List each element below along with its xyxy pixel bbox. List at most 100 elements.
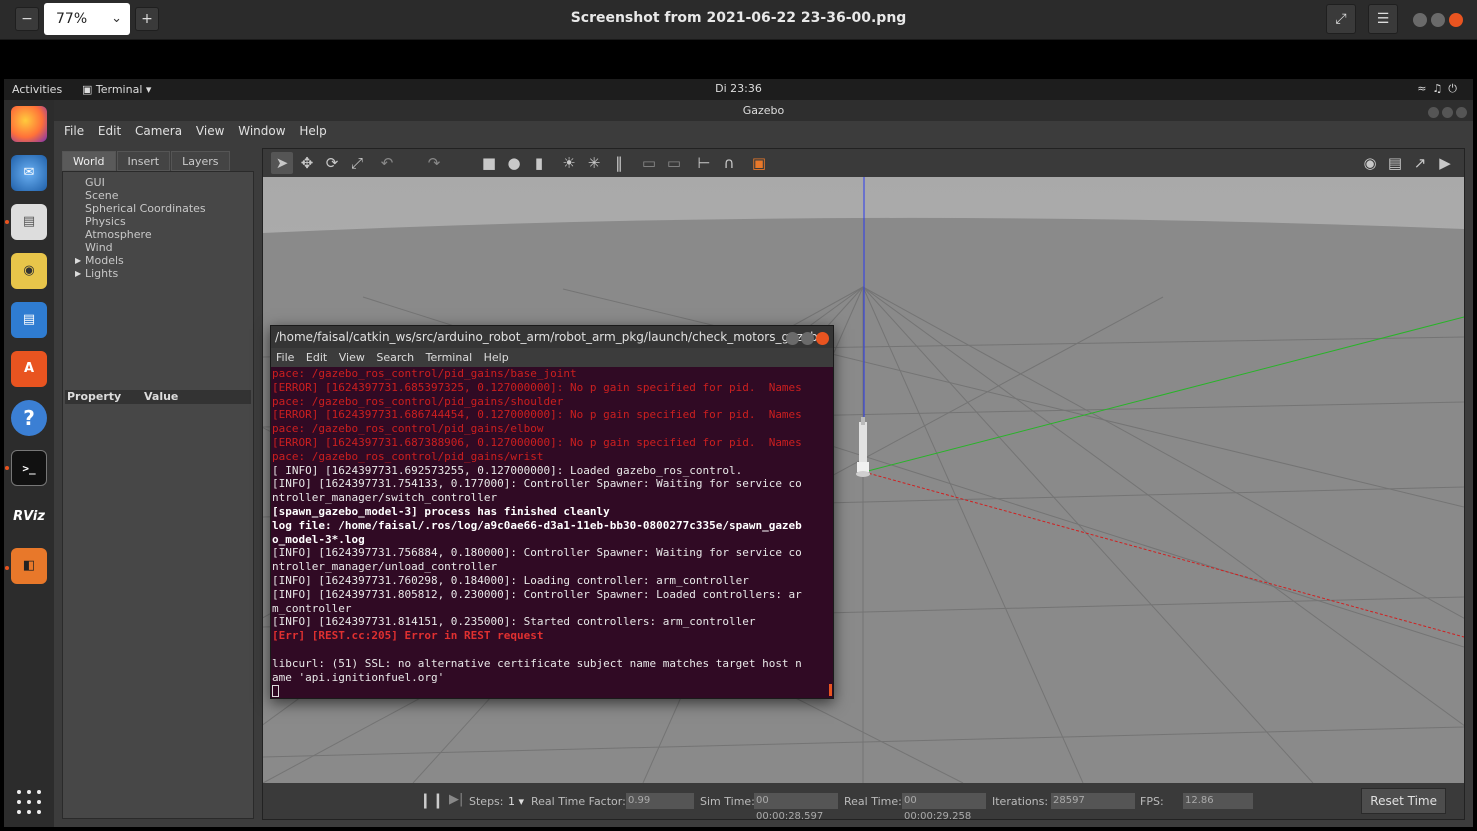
menu-edit[interactable]: Edit bbox=[98, 124, 121, 138]
minimize-icon[interactable] bbox=[1428, 107, 1439, 118]
sim-time-label: Sim Time: bbox=[700, 795, 755, 808]
minimize-icon[interactable] bbox=[1413, 13, 1427, 27]
help-icon[interactable]: ? bbox=[11, 400, 47, 436]
tree-item-lights[interactable]: ▶ Lights bbox=[67, 267, 206, 280]
terminal-title-bar[interactable]: /home/faisal/catkin_ws/src/arduino_robot… bbox=[271, 326, 833, 348]
simulation-status-bar: ❙❙ ▶| Steps: 1 ▾ Real Time Factor: 0.99 … bbox=[263, 783, 1464, 822]
minimize-icon[interactable] bbox=[786, 332, 799, 345]
reset-time-button[interactable]: Reset Time bbox=[1361, 788, 1446, 814]
clock[interactable]: Di 23:36 bbox=[4, 82, 1473, 95]
rotate-tool-icon[interactable]: ⟳ bbox=[321, 152, 343, 174]
terminal-title: /home/faisal/catkin_ws/src/arduino_robot… bbox=[275, 330, 830, 344]
left-tabs: World Insert Layers bbox=[62, 150, 231, 171]
tree-item-spherical-coordinates[interactable]: Spherical Coordinates bbox=[67, 202, 206, 215]
scale-tool-icon[interactable]: ⤢ bbox=[346, 152, 368, 174]
terminal-line: [ERROR] [1624397731.686744454, 0.1270000… bbox=[272, 408, 802, 422]
writer-icon[interactable]: ▤ bbox=[11, 302, 47, 338]
tree-item-wind[interactable]: Wind bbox=[67, 241, 206, 254]
sphere-shape-icon[interactable]: ● bbox=[503, 152, 525, 174]
maximize-icon[interactable] bbox=[1442, 107, 1453, 118]
terminal-line: log file: /home/faisal/.ros/log/a9c0ae66… bbox=[272, 518, 802, 532]
terminal-menu-view[interactable]: View bbox=[339, 351, 365, 364]
copy-icon[interactable]: ▭ bbox=[638, 152, 660, 174]
close-icon[interactable] bbox=[1449, 13, 1463, 27]
tab-layers[interactable]: Layers bbox=[171, 151, 230, 171]
menu-file[interactable]: File bbox=[64, 124, 84, 138]
gazebo-icon[interactable]: ◧ bbox=[11, 548, 47, 584]
point-light-icon[interactable]: ☀ bbox=[558, 152, 580, 174]
expand-arrow-icon[interactable]: ▶ bbox=[75, 267, 81, 280]
change-view-icon[interactable]: ▣ bbox=[748, 152, 770, 174]
terminal-line: [INFO] [1624397731.814151, 0.235000]: St… bbox=[272, 615, 756, 629]
gazebo-menu-bar: File Edit Camera View Window Help bbox=[54, 121, 1473, 143]
steps-value[interactable]: 1 ▾ bbox=[508, 795, 524, 808]
rhythmbox-icon[interactable]: ◉ bbox=[11, 253, 47, 289]
files-icon[interactable]: ▤ bbox=[11, 204, 47, 240]
property-table-header: Property Value bbox=[65, 390, 251, 404]
menu-view[interactable]: View bbox=[196, 124, 224, 138]
redo-icon[interactable]: ↷ bbox=[423, 152, 445, 174]
show-applications-icon[interactable] bbox=[17, 790, 43, 816]
video-record-icon[interactable]: ▶ bbox=[1434, 152, 1456, 174]
scene-toolbar: ➤ ✥ ⟳ ⤢ ↶ ↷ ■ ● ▮ ☀ ✳ ‖ ▭ ▭ ⊢ ∩ ▣ ◉ ▤ ↗ bbox=[263, 149, 1464, 177]
terminal-icon[interactable]: >_ bbox=[11, 450, 47, 486]
log-icon[interactable]: ▤ bbox=[1384, 152, 1406, 174]
window-controls bbox=[1409, 12, 1463, 31]
firefox-icon[interactable] bbox=[11, 106, 47, 142]
tree-item-gui[interactable]: GUI bbox=[67, 176, 206, 189]
cylinder-shape-icon[interactable]: ▮ bbox=[528, 152, 550, 174]
step-icon[interactable]: ▶| bbox=[449, 792, 463, 807]
world-panel: GUI Scene Spherical Coordinates Physics … bbox=[62, 171, 254, 819]
system-tray[interactable]: ≈♫⏻ bbox=[1417, 82, 1463, 96]
running-indicator bbox=[5, 220, 9, 224]
terminal-menu-terminal[interactable]: Terminal bbox=[426, 351, 473, 364]
running-indicator bbox=[5, 466, 9, 470]
thunderbird-icon[interactable]: ✉ bbox=[11, 155, 47, 191]
spot-light-icon[interactable]: ✳ bbox=[583, 152, 605, 174]
menu-window[interactable]: Window bbox=[238, 124, 285, 138]
expand-arrow-icon[interactable]: ▶ bbox=[75, 254, 81, 267]
tab-world[interactable]: World bbox=[62, 151, 116, 171]
terminal-window[interactable]: /home/faisal/catkin_ws/src/arduino_robot… bbox=[270, 325, 834, 699]
undo-icon[interactable]: ↶ bbox=[376, 152, 398, 174]
paste-icon[interactable]: ▭ bbox=[663, 152, 685, 174]
tree-item-atmosphere[interactable]: Atmosphere bbox=[67, 228, 206, 241]
menu-camera[interactable]: Camera bbox=[135, 124, 182, 138]
box-shape-icon[interactable]: ■ bbox=[478, 152, 500, 174]
tree-item-physics[interactable]: Physics bbox=[67, 215, 206, 228]
terminal-menu-help[interactable]: Help bbox=[484, 351, 509, 364]
software-icon[interactable]: A bbox=[11, 351, 47, 387]
terminal-line: [INFO] [1624397731.756884, 0.180000]: Co… bbox=[272, 546, 802, 560]
snap-icon[interactable]: ∩ bbox=[718, 152, 740, 174]
translate-tool-icon[interactable]: ✥ bbox=[296, 152, 318, 174]
maximize-icon[interactable] bbox=[801, 332, 814, 345]
maximize-icon[interactable] bbox=[1431, 13, 1445, 27]
pause-icon[interactable]: ❙❙ bbox=[419, 791, 444, 809]
terminal-output[interactable]: pace: /gazebo_ros_control/pid_gains/base… bbox=[271, 367, 833, 698]
terminal-menu-search[interactable]: Search bbox=[376, 351, 414, 364]
hamburger-menu-icon[interactable]: ☰ bbox=[1368, 4, 1398, 34]
terminal-menu-edit[interactable]: Edit bbox=[306, 351, 327, 364]
fullscreen-icon[interactable]: ⤢ bbox=[1326, 4, 1356, 34]
close-icon[interactable] bbox=[1456, 107, 1467, 118]
terminal-line: [INFO] [1624397731.754133, 0.177000]: Co… bbox=[272, 477, 802, 491]
align-icon[interactable]: ⊢ bbox=[693, 152, 715, 174]
terminal-menu-file[interactable]: File bbox=[276, 351, 294, 364]
screenshot-icon[interactable]: ◉ bbox=[1359, 152, 1381, 174]
select-tool-icon[interactable]: ➤ bbox=[271, 152, 293, 174]
tab-insert[interactable]: Insert bbox=[116, 151, 171, 171]
steps-number: 1 bbox=[508, 795, 515, 808]
screen: − 77% ⌄ + Screenshot from 2021-06-22 23-… bbox=[0, 0, 1477, 831]
terminal-scrollbar[interactable] bbox=[829, 684, 832, 696]
rviz-icon[interactable]: RViz bbox=[11, 499, 47, 535]
tree-item-scene[interactable]: Scene bbox=[67, 189, 206, 202]
real-time-label: Real Time: bbox=[844, 795, 902, 808]
directional-light-icon[interactable]: ‖ bbox=[608, 152, 630, 174]
plot-icon[interactable]: ↗ bbox=[1409, 152, 1431, 174]
menu-help[interactable]: Help bbox=[299, 124, 326, 138]
close-icon[interactable] bbox=[816, 332, 829, 345]
tree-item-models[interactable]: ▶ Models bbox=[67, 254, 206, 267]
gazebo-title: Gazebo bbox=[742, 104, 785, 117]
rtf-label: Real Time Factor: bbox=[531, 795, 626, 808]
volume-icon: ♫ bbox=[1432, 82, 1449, 95]
